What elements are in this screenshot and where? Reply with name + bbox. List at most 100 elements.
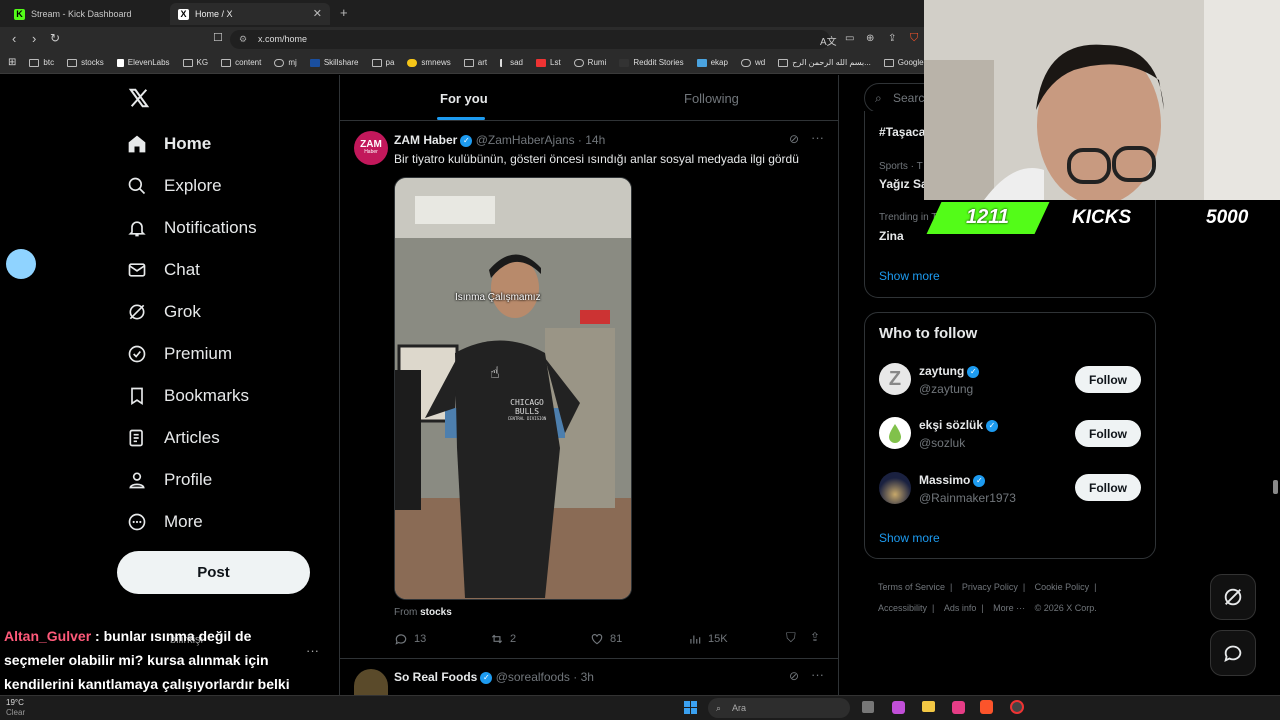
new-tab-button[interactable]: +	[340, 5, 348, 20]
bookmark-stocks[interactable]: stocks	[67, 58, 104, 67]
avatar[interactable]: Z	[879, 363, 911, 395]
taskbar-search[interactable]: ⌕ Ara	[708, 698, 850, 718]
sidebar-item-chat[interactable]: Chat	[126, 259, 200, 281]
more-options-icon[interactable]: ···	[811, 667, 824, 682]
brave-browser-icon[interactable]	[980, 700, 993, 714]
tab-for-you[interactable]: For you	[440, 91, 488, 106]
bookmark-mj[interactable]: mj	[274, 58, 297, 67]
sidebar-item-notifications[interactable]: Notifications	[126, 217, 257, 239]
more-options-icon[interactable]: ···	[306, 643, 319, 658]
bookmark-rumi[interactable]: Rumi	[573, 58, 606, 67]
bookmark-art[interactable]: art	[463, 58, 487, 67]
trend-title[interactable]: #Taşaca	[879, 125, 925, 139]
x-logo-icon[interactable]	[128, 87, 150, 109]
views-button[interactable]: 15K	[688, 632, 728, 646]
bookmark-sad[interactable]: sad	[500, 58, 523, 67]
url-field[interactable]: ⚙ x.com/home	[230, 30, 830, 49]
cast-icon[interactable]: ▭	[845, 33, 854, 44]
author-name[interactable]: So Real Foods	[394, 670, 477, 684]
bookmark-wd[interactable]: wd	[740, 58, 765, 67]
bookmark-icon[interactable]: ⛉	[786, 630, 796, 646]
bookmark-kg[interactable]: KG	[182, 58, 208, 67]
share-icon[interactable]: ⇪	[888, 33, 896, 44]
messages-floating-button[interactable]	[1210, 630, 1256, 676]
follow-button[interactable]: Follow	[1075, 474, 1141, 501]
forward-icon[interactable]: ›	[32, 31, 36, 46]
translate-icon[interactable]: A文	[820, 33, 837, 48]
tab-home-x[interactable]: X Home / X ✕	[170, 3, 330, 25]
bookmark-skillshare[interactable]: Skillshare	[309, 58, 359, 67]
trend-title[interactable]: Zina	[879, 229, 904, 243]
post-video[interactable]: Isınma Çalışmamız CHICAGO BULLS CENTRAL …	[394, 177, 632, 600]
follow-button[interactable]: Follow	[1075, 420, 1141, 447]
author-handle[interactable]: @sorealfoods	[496, 670, 570, 684]
sidebar-item-home[interactable]: Home	[126, 133, 211, 155]
sidebar-item-grok[interactable]: Grok	[126, 301, 201, 323]
back-icon[interactable]: ‹	[12, 31, 16, 46]
avatar[interactable]	[879, 472, 911, 504]
grok-icon[interactable]: ⊘	[789, 132, 799, 146]
bookmark-bismillah[interactable]: بسم الله الرحمن الرح...	[778, 58, 871, 67]
sidebar-item-bookmarks[interactable]: Bookmarks	[126, 385, 249, 407]
avatar[interactable]	[354, 669, 388, 695]
post-time[interactable]: · 14h	[578, 133, 605, 147]
bookmark-smnews[interactable]: smnews	[407, 58, 451, 67]
show-more-link[interactable]: Show more	[879, 269, 940, 283]
windows-start-icon[interactable]	[684, 701, 697, 714]
author-name[interactable]: ZAM Haber	[394, 133, 457, 147]
sidebar-item-premium[interactable]: Premium	[126, 343, 232, 365]
like-button[interactable]: 81	[590, 632, 622, 646]
bookmark-pa[interactable]: pa	[371, 58, 394, 67]
author-handle[interactable]: @ZamHaberAjans	[476, 133, 575, 147]
sidebar-item-label: Home	[164, 134, 212, 153]
more-options-icon[interactable]: ···	[811, 130, 824, 145]
bookmark-content[interactable]: content	[221, 58, 261, 67]
avatar[interactable]	[879, 417, 911, 449]
grok-icon[interactable]: ⊘	[789, 669, 799, 683]
bookmark-reddit-stories[interactable]: Reddit Stories	[619, 58, 684, 67]
share-icon[interactable]: ⇪	[810, 630, 820, 644]
sidebar-item-articles[interactable]: Articles	[126, 427, 220, 449]
sidebar-item-profile[interactable]: Profile	[126, 469, 212, 491]
suggestion-name[interactable]: Massimo ✓	[919, 473, 986, 487]
bookmark-page-icon[interactable]: ☐	[213, 31, 223, 44]
taskbar: 19°C Clear ⌕ Ara	[0, 695, 1280, 720]
snipping-tool-icon[interactable]	[952, 701, 965, 714]
weather-widget[interactable]: 19°C Clear	[6, 698, 25, 718]
copilot-icon[interactable]	[892, 701, 905, 714]
apps-icon[interactable]: ⊞	[8, 57, 16, 68]
file-explorer-icon[interactable]	[922, 701, 935, 712]
scrollbar-thumb[interactable]	[1273, 480, 1278, 494]
trend-title[interactable]: Yağız Sa	[879, 177, 928, 191]
suggestion-name[interactable]: ekşi sözlük ✓	[919, 418, 999, 432]
reload-icon[interactable]: ↻	[50, 31, 60, 45]
bookmark-btc[interactable]: btc	[29, 58, 54, 67]
tab-following[interactable]: Following	[684, 91, 739, 106]
zoom-icon[interactable]: ⊕	[866, 33, 874, 44]
bookmark-google[interactable]: Google	[883, 58, 924, 67]
post-button[interactable]: Post	[117, 551, 310, 594]
brave-shield-icon[interactable]: ⛉	[910, 32, 918, 45]
bookmark-ekap[interactable]: ekap	[696, 58, 728, 67]
close-tab-icon[interactable]: ✕	[313, 7, 322, 20]
tab-kick-dashboard[interactable]: K Stream - Kick Dashboard	[6, 3, 166, 25]
grok-floating-button[interactable]	[1210, 574, 1256, 620]
reply-button[interactable]: 13	[394, 632, 426, 646]
obs-icon[interactable]	[1010, 700, 1024, 714]
suggestion-name[interactable]: zaytung ✓	[919, 364, 980, 378]
bookmark-elevenlabs[interactable]: ElevenLabs	[116, 58, 170, 67]
task-view-icon[interactable]	[862, 701, 874, 713]
sidebar-item-explore[interactable]: Explore	[126, 175, 222, 197]
follow-button[interactable]: Follow	[1075, 366, 1141, 393]
from-community[interactable]: From stocks	[394, 607, 452, 618]
x-page: Home Explore Notifications Chat Grok Pre…	[0, 75, 1156, 695]
show-more-link[interactable]: Show more	[879, 531, 940, 545]
sidebar-item-more[interactable]: More	[126, 511, 203, 533]
site-info-icon[interactable]: ⚙	[239, 30, 247, 49]
views-icon	[690, 635, 701, 644]
person-icon	[126, 469, 148, 491]
post-time[interactable]: · 3h	[573, 670, 594, 684]
bookmark-lst[interactable]: Lst	[536, 58, 561, 67]
repost-button[interactable]: 2	[490, 632, 516, 646]
avatar[interactable]: ZAM Haber	[354, 131, 388, 165]
